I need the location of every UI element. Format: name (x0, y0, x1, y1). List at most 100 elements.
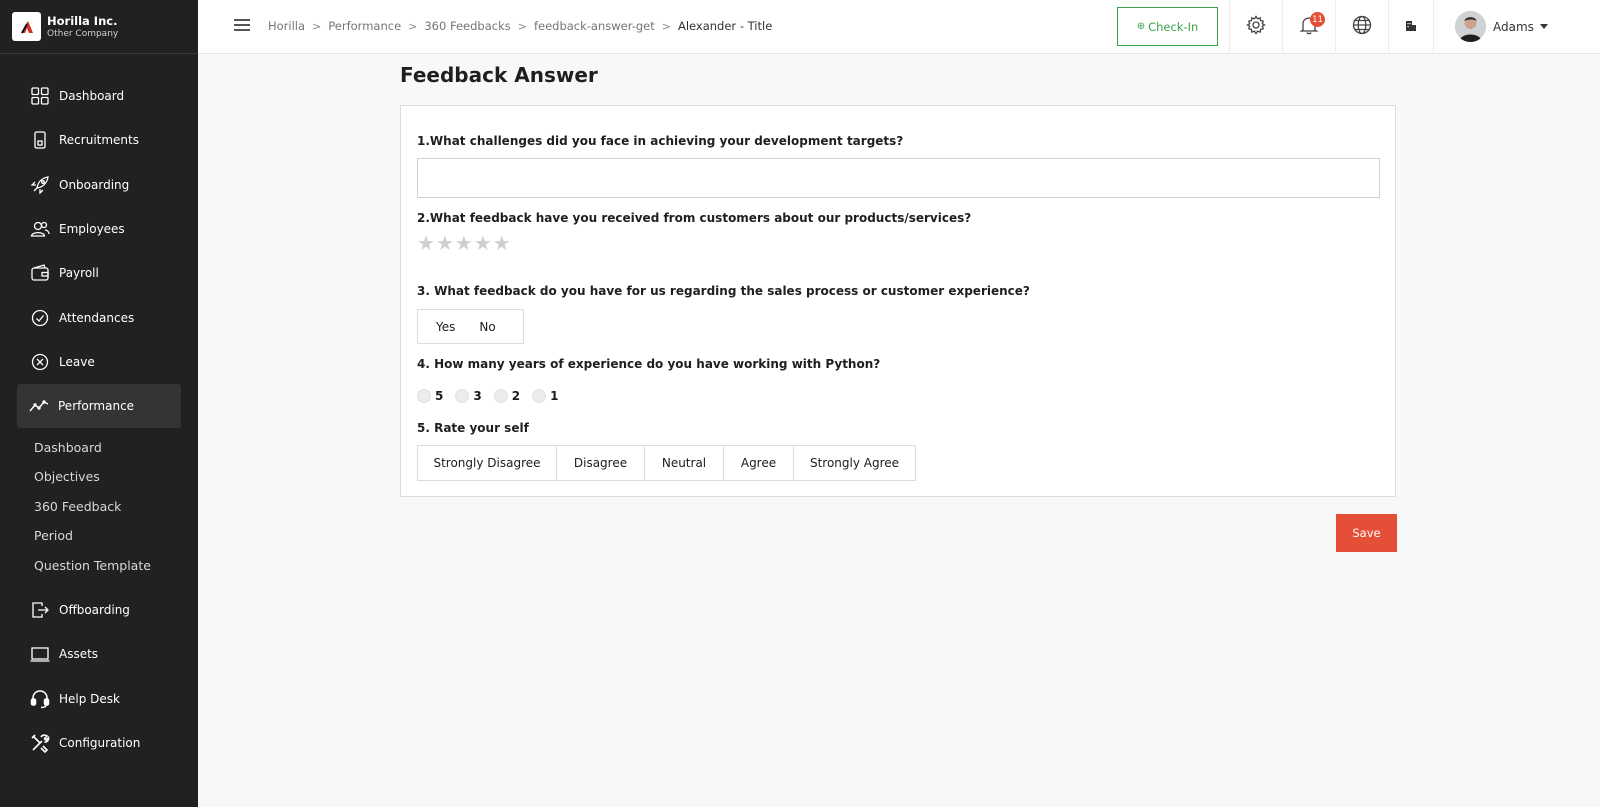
performance-subnav: Dashboard Objectives 360 Feedback Period… (0, 428, 198, 588)
sidebar-item-performance[interactable]: Performance (17, 384, 181, 429)
likert-strongly-agree[interactable]: Strongly Agree (794, 446, 915, 480)
subnav-item-question-template[interactable]: Question Template (0, 550, 198, 580)
breadcrumb-360-feedbacks[interactable]: 360 Feedbacks (424, 19, 510, 33)
subnav-item-period[interactable]: Period (0, 521, 198, 551)
likert-strongly-disagree[interactable]: Strongly Disagree (418, 446, 557, 480)
likert-neutral[interactable]: Neutral (645, 446, 724, 480)
sidebar-item-label: Performance (58, 399, 135, 414)
chevron-right-icon: > (408, 19, 418, 33)
radio-option-3[interactable]: 3 (455, 389, 482, 403)
subnav-item-objectives[interactable]: Objectives (0, 462, 198, 492)
language-button[interactable] (1335, 0, 1388, 54)
sidebar-item-offboarding[interactable]: Offboarding (0, 588, 198, 632)
page-title: Feedback Answer (400, 63, 598, 87)
wallet-icon (30, 263, 50, 283)
radio-label: 5 (435, 389, 444, 403)
breadcrumb-current: Alexander - Title (677, 19, 773, 33)
radio-option-5[interactable]: 5 (417, 389, 443, 403)
sidebar-item-label: Leave (59, 354, 95, 369)
radio-circle-icon[interactable] (417, 389, 431, 403)
phone-icon (30, 130, 50, 150)
grid-icon (30, 86, 50, 106)
radio-label: 3 (473, 389, 482, 403)
chevron-right-icon: > (661, 19, 671, 33)
likert-scale: Strongly Disagree Disagree Neutral Agree… (417, 445, 916, 481)
sidebar-item-label: Offboarding (59, 603, 130, 618)
sidebar-item-employees[interactable]: Employees (0, 207, 198, 251)
gear-icon (1246, 15, 1266, 39)
globe-icon (1352, 15, 1372, 39)
radio-option-2[interactable]: 2 (493, 389, 520, 403)
radio-option-1[interactable]: 1 (532, 389, 558, 403)
company-switch-button[interactable] (1388, 0, 1433, 54)
sidebar-nav: Dashboard Recruitments Onboarding Employ… (0, 74, 198, 765)
question-5: 5. Rate your self (417, 421, 529, 435)
laptop-icon (30, 644, 50, 664)
radio-circle-icon[interactable] (455, 389, 470, 403)
years-radio-group: 5 3 2 1 (417, 389, 570, 403)
question-2: 2.What feedback have you received from c… (417, 211, 972, 225)
sidebar-item-label: Onboarding (59, 177, 130, 192)
building-icon (1404, 18, 1418, 37)
subnav-item-360-feedback[interactable]: 360 Feedback (0, 491, 198, 521)
star-icon[interactable]: ★ (455, 233, 473, 253)
chevron-right-icon: > (517, 19, 527, 33)
question-1-answer-input[interactable] (417, 158, 1380, 198)
radio-label: 1 (550, 389, 559, 403)
trend-icon (29, 396, 49, 416)
sidebar-item-dashboard[interactable]: Dashboard (0, 74, 198, 118)
sidebar-item-label: Attendances (59, 310, 135, 325)
question-4: 4. How many years of experience do you h… (417, 357, 881, 371)
header-divider (1433, 0, 1434, 54)
likert-disagree[interactable]: Disagree (557, 446, 645, 480)
yes-option[interactable]: Yes (436, 320, 455, 334)
brand[interactable]: Horilla Inc. Other Company (0, 0, 198, 54)
sidebar-item-payroll[interactable]: Payroll (0, 251, 198, 295)
headset-icon (30, 689, 50, 709)
user-menu[interactable]: Adams (1455, 11, 1548, 42)
sidebar-item-configuration[interactable]: Configuration (0, 721, 198, 765)
chevron-right-icon: > (312, 19, 322, 33)
sidebar-item-assets[interactable]: Assets (0, 632, 198, 676)
radio-circle-icon[interactable] (493, 389, 508, 403)
rocket-icon (30, 175, 50, 195)
menu-toggle-icon[interactable] (234, 19, 250, 33)
sidebar-item-attendances[interactable]: Attendances (0, 295, 198, 339)
radio-circle-icon[interactable] (532, 389, 547, 403)
sidebar-item-help-desk[interactable]: Help Desk (0, 676, 198, 720)
settings-button[interactable] (1229, 0, 1282, 54)
sidebar-item-recruitments[interactable]: Recruitments (0, 118, 198, 162)
caret-down-icon (1539, 24, 1548, 29)
sidebar-item-leave[interactable]: Leave (0, 340, 198, 384)
breadcrumb-horilla[interactable]: Horilla (268, 19, 305, 33)
company-name: Horilla Inc. (47, 13, 118, 28)
breadcrumb-performance[interactable]: Performance (328, 19, 401, 33)
star-icon[interactable]: ★ (474, 233, 492, 253)
x-circle-icon (30, 352, 50, 372)
avatar (1455, 11, 1486, 42)
feedback-form-card: 1.What challenges did you face in achiev… (400, 105, 1396, 497)
check-in-button[interactable]: ⊕ Check-In (1117, 7, 1218, 46)
people-icon (30, 219, 50, 239)
notification-badge: 11 (1310, 12, 1325, 27)
star-icon[interactable]: ★ (493, 233, 511, 253)
notifications-button[interactable]: 11 (1282, 0, 1335, 54)
save-button[interactable]: Save (1336, 514, 1397, 552)
sidebar-item-label: Dashboard (59, 89, 125, 104)
exit-icon (30, 600, 50, 620)
subnav-item-dashboard[interactable]: Dashboard (0, 432, 198, 462)
company-logo-icon (12, 12, 41, 41)
sidebar-item-label: Assets (59, 647, 99, 662)
check-circle-icon (30, 308, 50, 328)
check-in-label: Check-In (1148, 19, 1199, 34)
likert-agree[interactable]: Agree (724, 446, 794, 480)
sidebar-item-label: Payroll (59, 266, 99, 281)
breadcrumb-feedback-answer-get[interactable]: feedback-answer-get (534, 19, 655, 33)
no-option[interactable]: No (479, 320, 495, 334)
star-icon[interactable]: ★ (417, 233, 435, 253)
breadcrumb: Horilla > Performance > 360 Feedbacks > … (268, 19, 772, 33)
sidebar-item-onboarding[interactable]: Onboarding (0, 163, 198, 207)
sidebar-item-label: Help Desk (59, 691, 120, 706)
user-name: Adams (1493, 19, 1534, 34)
star-icon[interactable]: ★ (436, 233, 454, 253)
